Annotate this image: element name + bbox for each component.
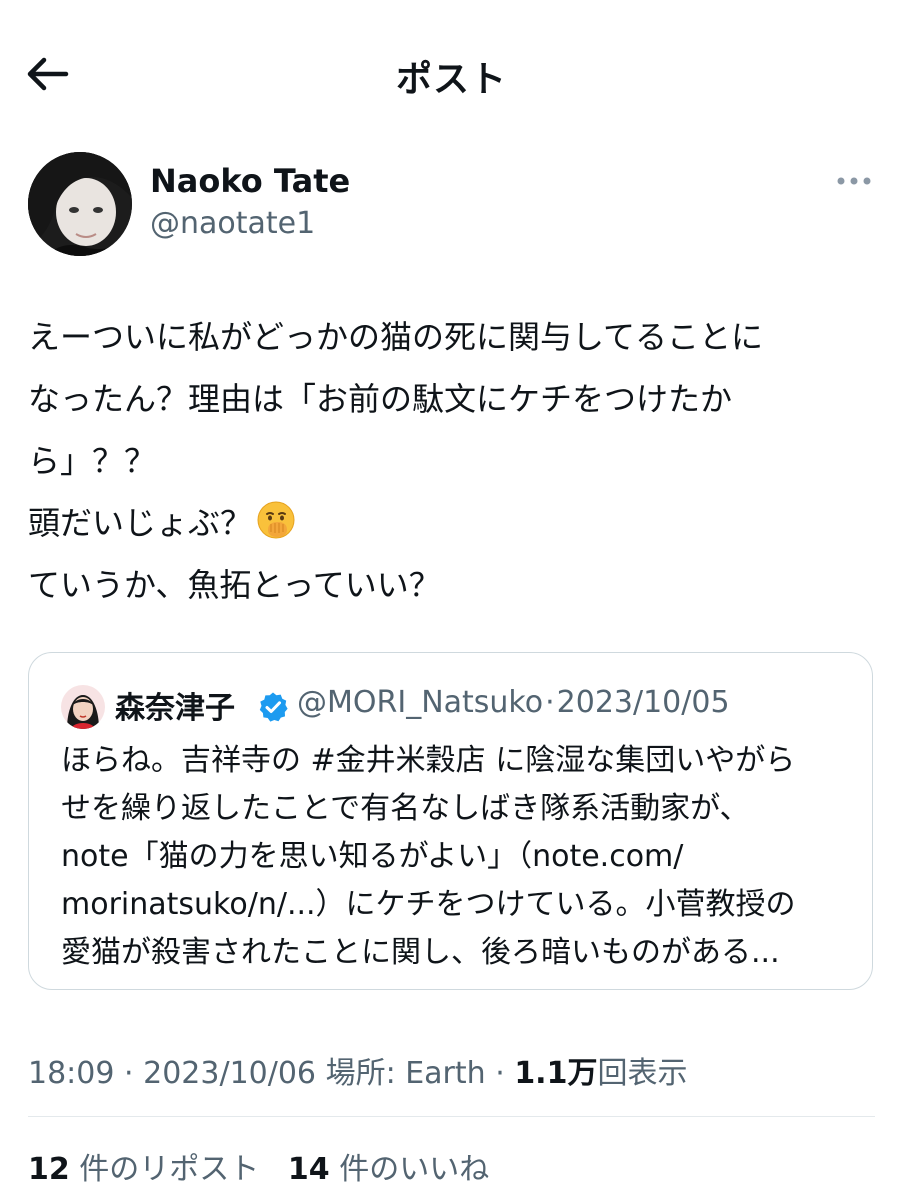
author-handle[interactable]: @naotate1 — [150, 206, 315, 241]
verified-badge-icon — [259, 692, 288, 722]
tweet-line: なったん？理由は「お前の駄文にケチをつけたか — [28, 380, 733, 418]
more-dots-icon — [837, 177, 871, 185]
quoted-line: note「猫の力を思い知るがよい」（note.com/ — [61, 839, 684, 874]
divider — [28, 1116, 875, 1117]
quoted-line: せを繰り返したことで有名なしばき隊系活動家が、 — [61, 791, 750, 826]
quoted-text: ほらね。吉祥寺の #金井米穀店 に陰湿な集団いやがら せを繰り返したことで有名な… — [61, 737, 861, 977]
quoted-avatar-icon — [61, 685, 105, 729]
top-bar: ポスト — [0, 0, 903, 140]
quoted-line: ほらね。吉祥寺の #金井米穀店 に陰湿な集団いやがら — [61, 743, 796, 778]
views-label: 回表示 — [597, 1056, 688, 1091]
tweet-line: ていうか、魚拓とっていい？ — [28, 566, 441, 604]
meta-separator: · — [545, 685, 555, 720]
avatar[interactable] — [28, 152, 132, 256]
likes-link[interactable]: 14 件のいいね — [288, 1152, 489, 1187]
quoted-date: 2023/10/05 — [556, 685, 730, 720]
post-date[interactable]: 2023/10/06 — [143, 1056, 316, 1091]
tweet-line-text: 頭だいじょぶ？ — [28, 504, 253, 542]
views-count: 1.1万 — [514, 1056, 598, 1091]
post-time[interactable]: 18:09 — [28, 1056, 114, 1091]
quoted-line: morinatsuko/n/...）にケチをつけている。小菅教授の — [61, 887, 796, 922]
page-title: ポスト — [395, 59, 507, 100]
quoted-avatar — [61, 685, 105, 729]
quoted-handle: @MORI_Natsuko — [297, 685, 544, 720]
reposts-count: 12 — [28, 1152, 70, 1187]
quoted-author-name: 森奈津子 — [115, 691, 235, 726]
quoted-meta: @MORI_Natsuko·2023/10/05 — [297, 685, 730, 720]
meta-separator: · — [124, 1056, 134, 1091]
likes-label: 件のいいね — [339, 1152, 490, 1187]
post-location: 場所: Earth — [325, 1056, 486, 1091]
tweet-text: えーついに私がどっかの猫の死に関与してることに なったん？理由は「お前の駄文にケ… — [28, 306, 878, 616]
likes-count: 14 — [287, 1152, 330, 1187]
face-with-hand-over-mouth-icon — [257, 501, 295, 539]
quoted-post[interactable]: 森奈津子 @MORI_Natsuko·2023/10/05 ほらね。吉祥寺の #… — [28, 652, 873, 990]
meta-separator: · — [495, 1056, 505, 1091]
tweet-line: ら」？？ — [28, 442, 157, 480]
engagement-stats: 12 件のリポスト 14 件のいいね — [28, 1144, 489, 1188]
reposts-link[interactable]: 12 件のリポスト — [28, 1152, 259, 1187]
post-meta: 18:09 · 2023/10/06 場所: Earth · 1.1万回表示 — [28, 1048, 687, 1092]
tweet-line: えーついに私がどっかの猫の死に関与してることに — [28, 318, 764, 356]
quoted-line: 愛猫が殺害されたことに関し、後ろ暗いものがある... — [61, 935, 780, 970]
avatar-photo-icon — [28, 152, 132, 256]
reposts-label: 件のリポスト — [79, 1152, 260, 1187]
author-name[interactable]: Naoko Tate — [150, 162, 350, 200]
tweet-line: 頭だいじょぶ？ — [28, 492, 878, 554]
more-options-button[interactable] — [834, 166, 874, 196]
